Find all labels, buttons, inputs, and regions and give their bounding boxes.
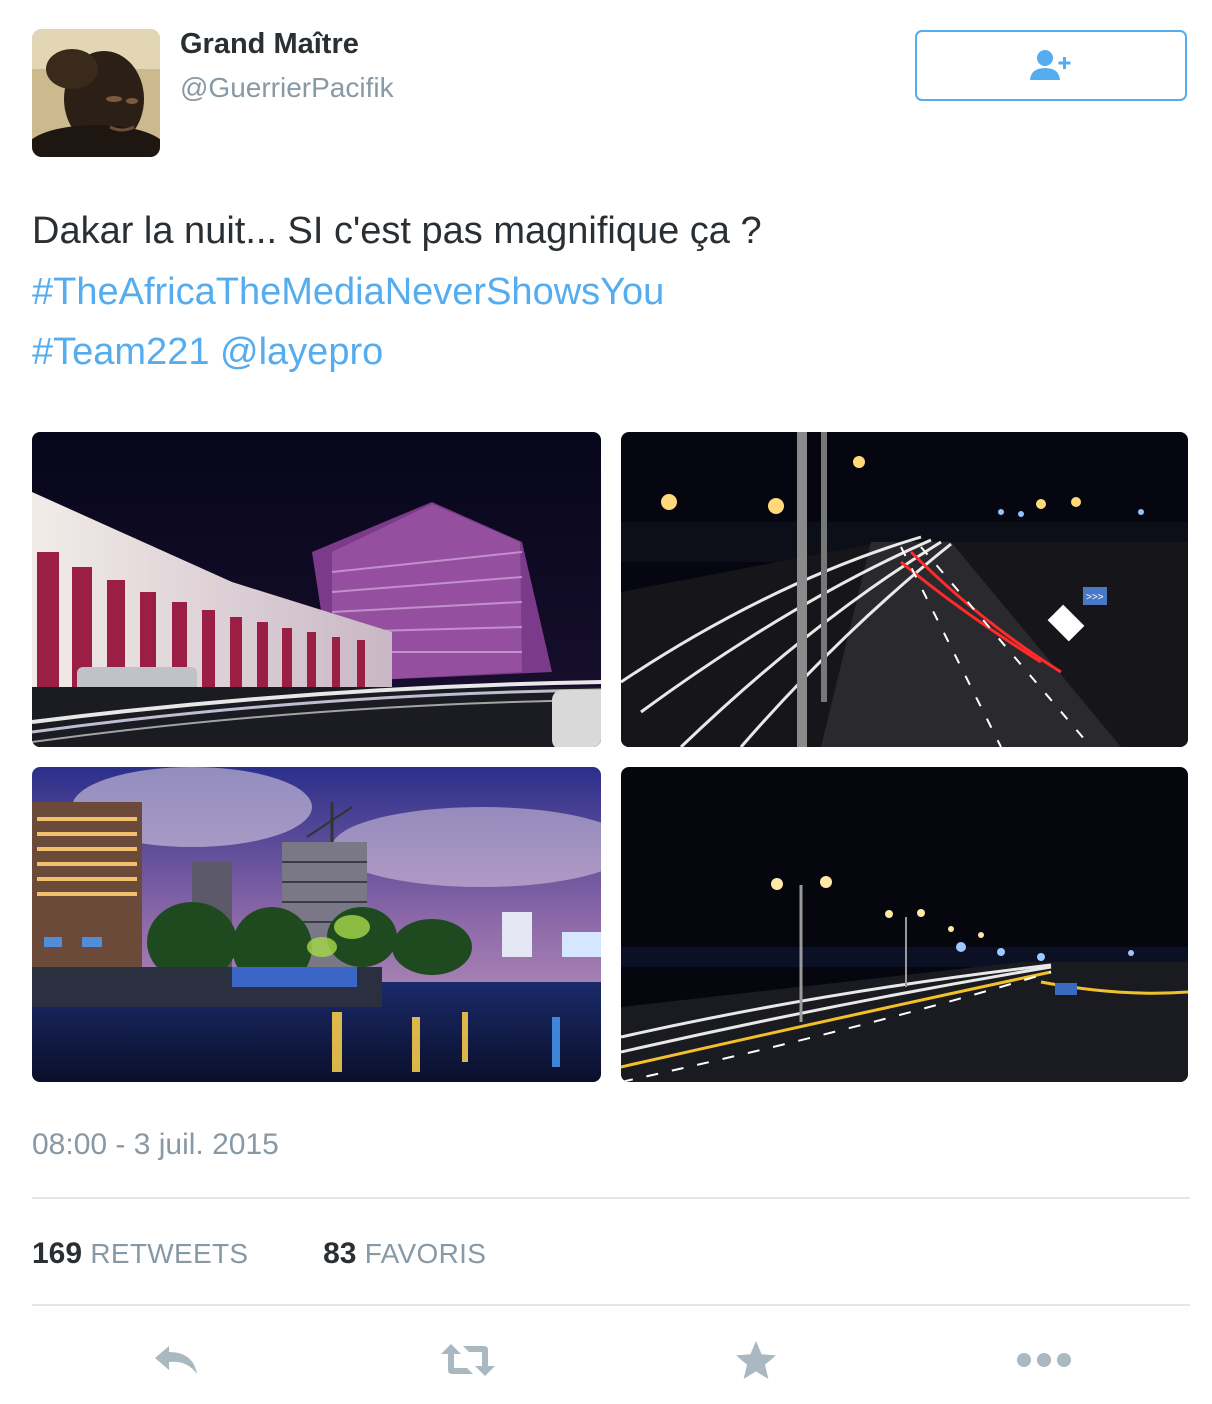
photo-building-night [32, 432, 601, 747]
photo-highway-light-trails: >>> [621, 432, 1188, 747]
retweets-label: RETWEETS [90, 1238, 249, 1269]
avatar-image [32, 29, 160, 157]
hashtag-link[interactable]: #Team221 [32, 331, 209, 373]
svg-text:>>>: >>> [1086, 592, 1104, 603]
follow-button[interactable] [915, 30, 1187, 101]
retweet-icon [441, 1344, 495, 1376]
avatar[interactable] [32, 29, 160, 157]
tweet-timestamp[interactable]: 08:00 - 3 juil. 2015 [32, 1128, 279, 1162]
divider [32, 1197, 1190, 1199]
display-name[interactable]: Grand Maître [180, 28, 359, 61]
add-user-icon [1030, 49, 1071, 80]
more-icon [1017, 1353, 1071, 1367]
more-button[interactable] [1014, 1335, 1074, 1385]
photo-4[interactable] [621, 767, 1188, 1082]
divider [32, 1304, 1190, 1306]
favorite-button[interactable] [726, 1335, 786, 1385]
favorites-count: 83 [323, 1237, 357, 1270]
reply-icon [155, 1346, 197, 1374]
photo-2[interactable]: >>> [621, 432, 1188, 747]
retweet-button[interactable] [438, 1335, 498, 1385]
retweets-stat[interactable]: 169 RETWEETS [32, 1237, 257, 1270]
hashtag-link[interactable]: #TheAfricaTheMediaNeverShowsYou [32, 271, 664, 313]
stats-row: 169 RETWEETS 83 FAVORIS [32, 1237, 486, 1271]
tweet-text: Dakar la nuit... SI c'est pas magnifique… [32, 210, 762, 252]
favorite-star-icon [736, 1341, 776, 1379]
favorites-stat[interactable]: 83 FAVORIS [323, 1237, 486, 1270]
reply-button[interactable] [146, 1335, 206, 1385]
user-handle[interactable]: @GuerrierPacifik [180, 72, 394, 104]
photo-road-streetlamps [621, 767, 1188, 1082]
retweets-count: 169 [32, 1237, 83, 1270]
photo-waterfront-skyline [32, 767, 601, 1082]
mention-link[interactable]: @layepro [220, 331, 383, 373]
tweet-line-3: #Team221 @layepro [32, 331, 383, 373]
photo-3[interactable] [32, 767, 601, 1082]
favorites-label: FAVORIS [364, 1238, 487, 1269]
photo-1[interactable] [32, 432, 601, 747]
